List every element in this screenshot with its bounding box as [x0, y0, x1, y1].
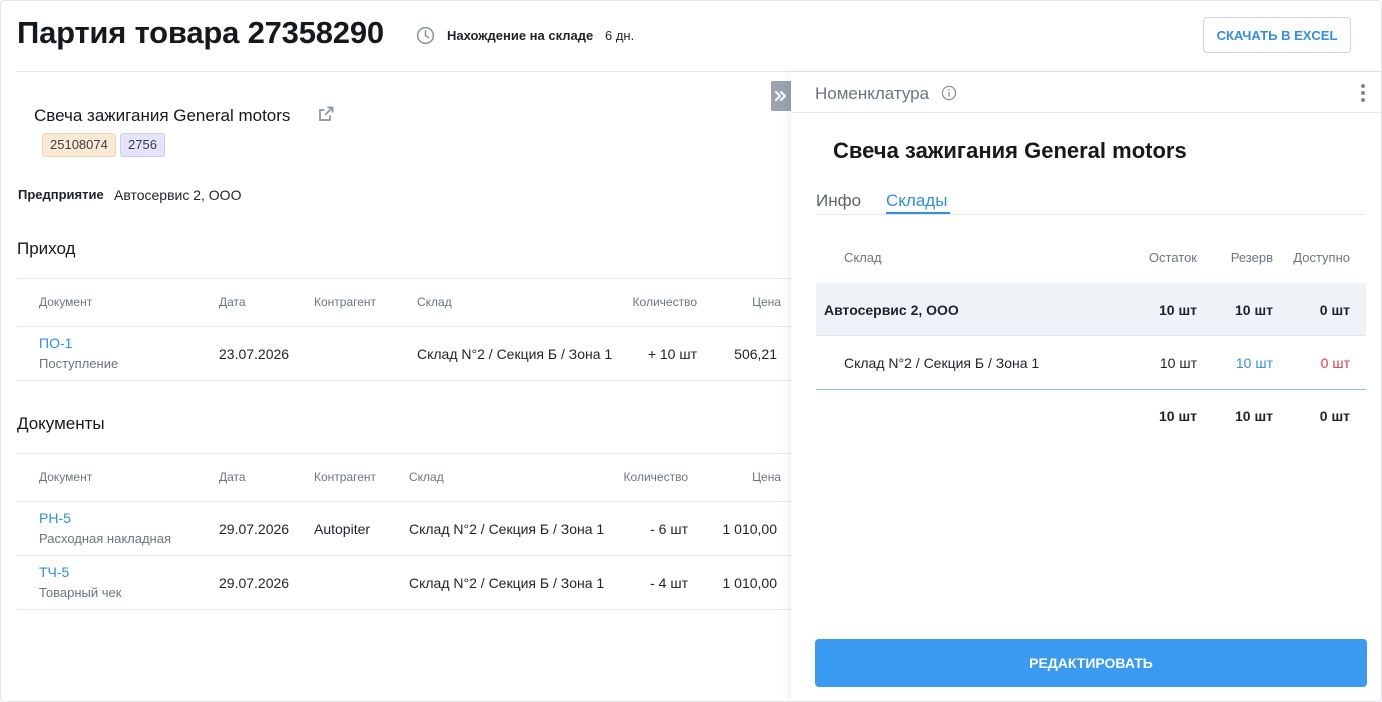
document-warehouse: Склад N°2 / Секция Б / Зона 1	[409, 575, 605, 591]
warehouse-name: Склад N°2 / Секция Б / Зона 1	[844, 355, 1040, 371]
income-col-warehouse: Склад	[417, 295, 452, 309]
income-doc-link[interactable]: ПО-1	[39, 335, 72, 351]
income-doc-type: Поступление	[39, 356, 119, 371]
income-warehouse: Склад N°2 / Секция Б / Зона 1	[417, 346, 613, 362]
documents-header-border	[17, 501, 791, 502]
stay-value: 6 дн.	[605, 28, 635, 43]
documents-row-border	[17, 609, 791, 610]
income-col-date: Дата	[219, 295, 246, 309]
panel-title: Номенклатура	[815, 84, 930, 103]
product-name: Свеча зажигания General motors	[34, 106, 291, 125]
enterprise-label: Предприятие	[18, 187, 104, 202]
edit-button[interactable]: РЕДАКТИРОВАТЬ	[815, 639, 1367, 687]
documents-section-title: Документы	[17, 414, 105, 433]
documents-col-quantity: Количество	[623, 470, 688, 484]
article-tag: 25108074	[42, 133, 116, 157]
document-type: Расходная накладная	[39, 531, 172, 546]
documents-col-document: Документ	[39, 470, 93, 484]
more-vertical-icon[interactable]	[1358, 82, 1368, 104]
documents-col-warehouse: Склад	[409, 470, 444, 484]
nomenclature-panel: Номенклатура Свеча зажигания General mot…	[791, 72, 1381, 701]
panel-col-stock: Остаток	[1148, 250, 1197, 265]
document-quantity: - 4 шт	[650, 575, 688, 591]
total-available: 0 шт	[1319, 408, 1350, 424]
tab-info[interactable]: Инфо	[816, 191, 861, 211]
document-price: 1 010,00	[722, 575, 778, 591]
income-table-top-border	[17, 278, 791, 279]
group-name: Автосервис 2, ООО	[824, 302, 959, 318]
document-link[interactable]: РН-5	[39, 510, 71, 526]
income-col-price: Цена	[752, 295, 781, 309]
income-col-counterparty: Контрагент	[314, 295, 377, 309]
window: Партия товара 27358290 Нахождение на скл…	[0, 0, 1382, 702]
documents-col-price: Цена	[752, 470, 781, 484]
tab-warehouses[interactable]: Склады	[886, 191, 947, 211]
panel-col-warehouse: Склад	[844, 250, 882, 265]
documents-col-counterparty: Контрагент	[314, 470, 377, 484]
document-price: 1 010,00	[722, 521, 778, 537]
income-section-title: Приход	[17, 239, 76, 258]
panel-header-divider	[791, 112, 1381, 113]
group-available: 0 шт	[1319, 302, 1350, 318]
income-quantity: + 10 шт	[647, 346, 697, 362]
document-link[interactable]: ТЧ-5	[39, 564, 69, 580]
documents-table-top-border	[17, 453, 791, 454]
enterprise-value: Автосервис 2, ООО	[114, 187, 242, 203]
warehouse-row-border	[816, 389, 1366, 390]
info-icon[interactable]	[941, 85, 957, 101]
income-date: 23.07.2026	[219, 346, 290, 362]
stay-label: Нахождение на складе	[447, 28, 594, 43]
code-tag: 2756	[120, 133, 165, 157]
documents-row-border	[17, 555, 791, 556]
panel-col-available: Доступно	[1293, 250, 1350, 265]
external-link-icon[interactable]	[317, 105, 335, 123]
income-col-quantity: Количество	[632, 295, 697, 309]
document-type: Товарный чек	[39, 585, 122, 600]
warehouse-stock: 10 шт	[1159, 355, 1197, 371]
clock-icon	[416, 26, 435, 45]
tabs-divider	[816, 214, 1366, 215]
collapse-panel-button[interactable]	[771, 81, 791, 111]
document-warehouse: Склад N°2 / Секция Б / Зона 1	[409, 521, 605, 537]
income-col-document: Документ	[39, 295, 93, 309]
document-date: 29.07.2026	[219, 575, 290, 591]
document-quantity: - 6 шт	[650, 521, 688, 537]
warehouse-available: 0 шт	[1320, 355, 1350, 371]
double-chevron-right-icon	[775, 91, 786, 101]
documents-col-date: Дата	[219, 470, 246, 484]
total-stock: 10 шт	[1159, 408, 1197, 424]
income-price: 506,21	[734, 346, 777, 362]
document-counterparty: Autopiter	[314, 521, 371, 537]
income-header-border	[17, 326, 791, 327]
download-excel-button[interactable]: СКАЧАТЬ В EXCEL	[1203, 17, 1351, 53]
panel-product-name: Свеча зажигания General motors	[833, 138, 1187, 163]
income-row-border	[17, 380, 791, 381]
document-date: 29.07.2026	[219, 521, 290, 537]
group-stock: 10 шт	[1159, 302, 1197, 318]
page-title: Партия товара 27358290	[17, 15, 384, 50]
